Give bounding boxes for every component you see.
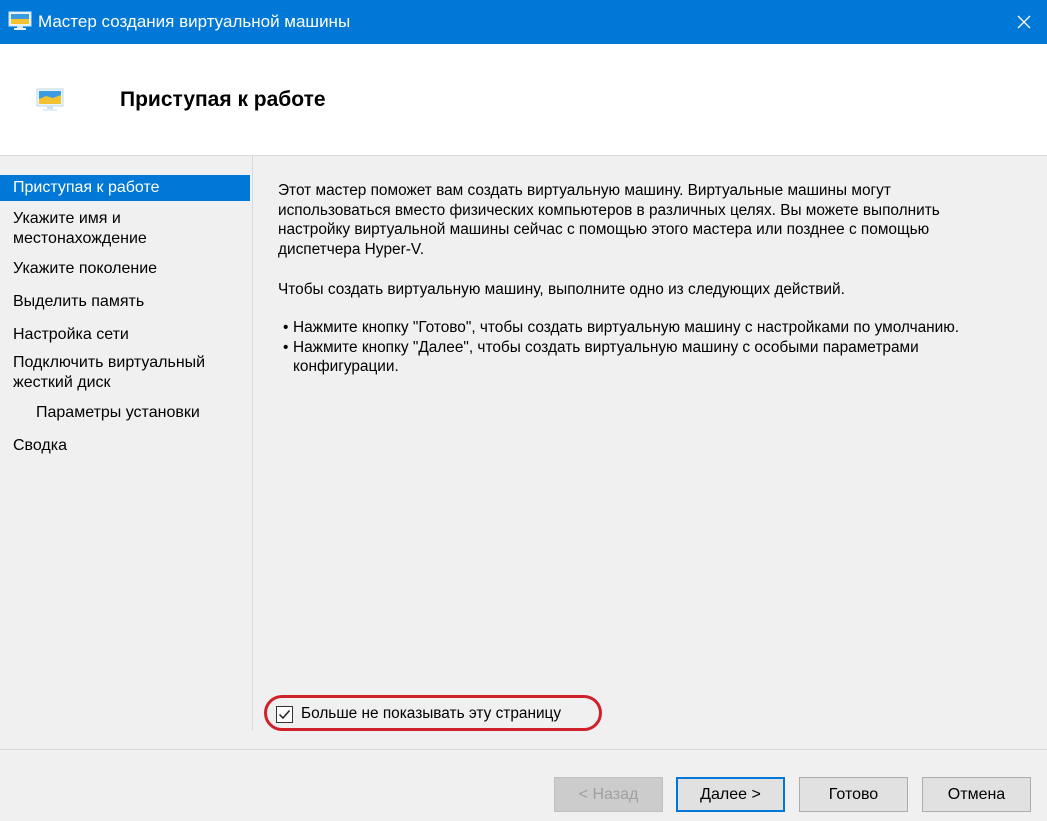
step-summary[interactable]: Сводка — [0, 436, 250, 456]
close-button[interactable] — [1001, 0, 1047, 44]
checkmark-icon — [278, 709, 291, 719]
dont-show-again-checkbox[interactable]: Больше не показывать эту страницу — [276, 701, 561, 727]
step-label: Сводка — [13, 437, 68, 454]
bullet-dot: • — [283, 319, 289, 336]
step-label: Выделить память — [13, 293, 145, 310]
bullet-text: конфигурации. — [293, 358, 399, 375]
title-bar: Мастер создания виртуальной машины — [0, 0, 1047, 44]
close-icon — [1017, 15, 1031, 29]
wizard-content: Этот мастер поможет вам создать виртуаль… — [253, 156, 1047, 731]
finish-button[interactable]: Готово — [799, 777, 908, 812]
wizard-window: Мастер создания виртуальной машины Прист… — [0, 0, 1047, 821]
bullet-next-continued: конфигурации. — [293, 357, 1047, 377]
step-label: Укажите имя и местонахождение — [13, 210, 147, 247]
step-name-location[interactable]: Укажите имя и местонахождение — [0, 209, 160, 249]
intro-line: настройку виртуальной машины сейчас с по… — [278, 221, 930, 238]
step-label: Параметры установки — [36, 404, 200, 421]
intro-line: использоваться вместо физических компьют… — [278, 202, 940, 219]
back-button[interactable]: < Назад — [554, 777, 663, 812]
wizard-steps-sidebar: Приступая к работе Укажите имя и местона… — [0, 156, 253, 731]
step-getting-started[interactable]: Приступая к работе — [0, 175, 250, 201]
bullet-dot: • — [283, 339, 289, 356]
step-label: Укажите поколение — [13, 260, 158, 277]
monitor-icon — [36, 88, 64, 111]
bullet-next: • Нажмите кнопку "Далее", чтобы создать в… — [283, 338, 1043, 358]
monitor-icon — [8, 11, 32, 30]
step-generation[interactable]: Укажите поколение — [0, 259, 250, 279]
next-button[interactable]: Далее > — [676, 777, 785, 812]
checkbox-label: Больше не показывать эту страницу — [301, 705, 562, 722]
page-title: Приступая к работе — [120, 88, 326, 111]
step-network[interactable]: Настройка сети — [0, 325, 250, 345]
step-install-options[interactable]: Параметры установки — [0, 403, 250, 423]
window-title: Мастер создания виртуальной машины — [38, 12, 351, 31]
intro-line: Этот мастер поможет вам создать виртуаль… — [278, 182, 891, 199]
checkbox-box[interactable] — [276, 705, 293, 723]
wizard-header: Приступая к работе — [0, 44, 1047, 156]
step-label: Настройка сети — [13, 326, 129, 343]
cancel-button[interactable]: Отмена — [922, 777, 1031, 812]
bullet-text: Нажмите кнопку "Готово", чтобы создать в… — [293, 319, 960, 336]
bullet-finish: • Нажмите кнопку "Готово", чтобы создать … — [283, 318, 1043, 338]
step-label: Приступая к работе — [13, 179, 160, 196]
step-label: Подключить виртуальный жесткий диск — [13, 354, 206, 391]
intro-line: диспетчера Hyper-V. — [278, 241, 424, 258]
bullet-text: Нажмите кнопку "Далее", чтобы создать ви… — [293, 339, 919, 356]
step-virtual-disk[interactable]: Подключить виртуальный жесткий диск — [0, 353, 232, 393]
instruction-text: Чтобы создать виртуальную машину, выполн… — [278, 281, 845, 298]
footer-divider — [0, 749, 1047, 750]
step-memory[interactable]: Выделить память — [0, 292, 250, 312]
